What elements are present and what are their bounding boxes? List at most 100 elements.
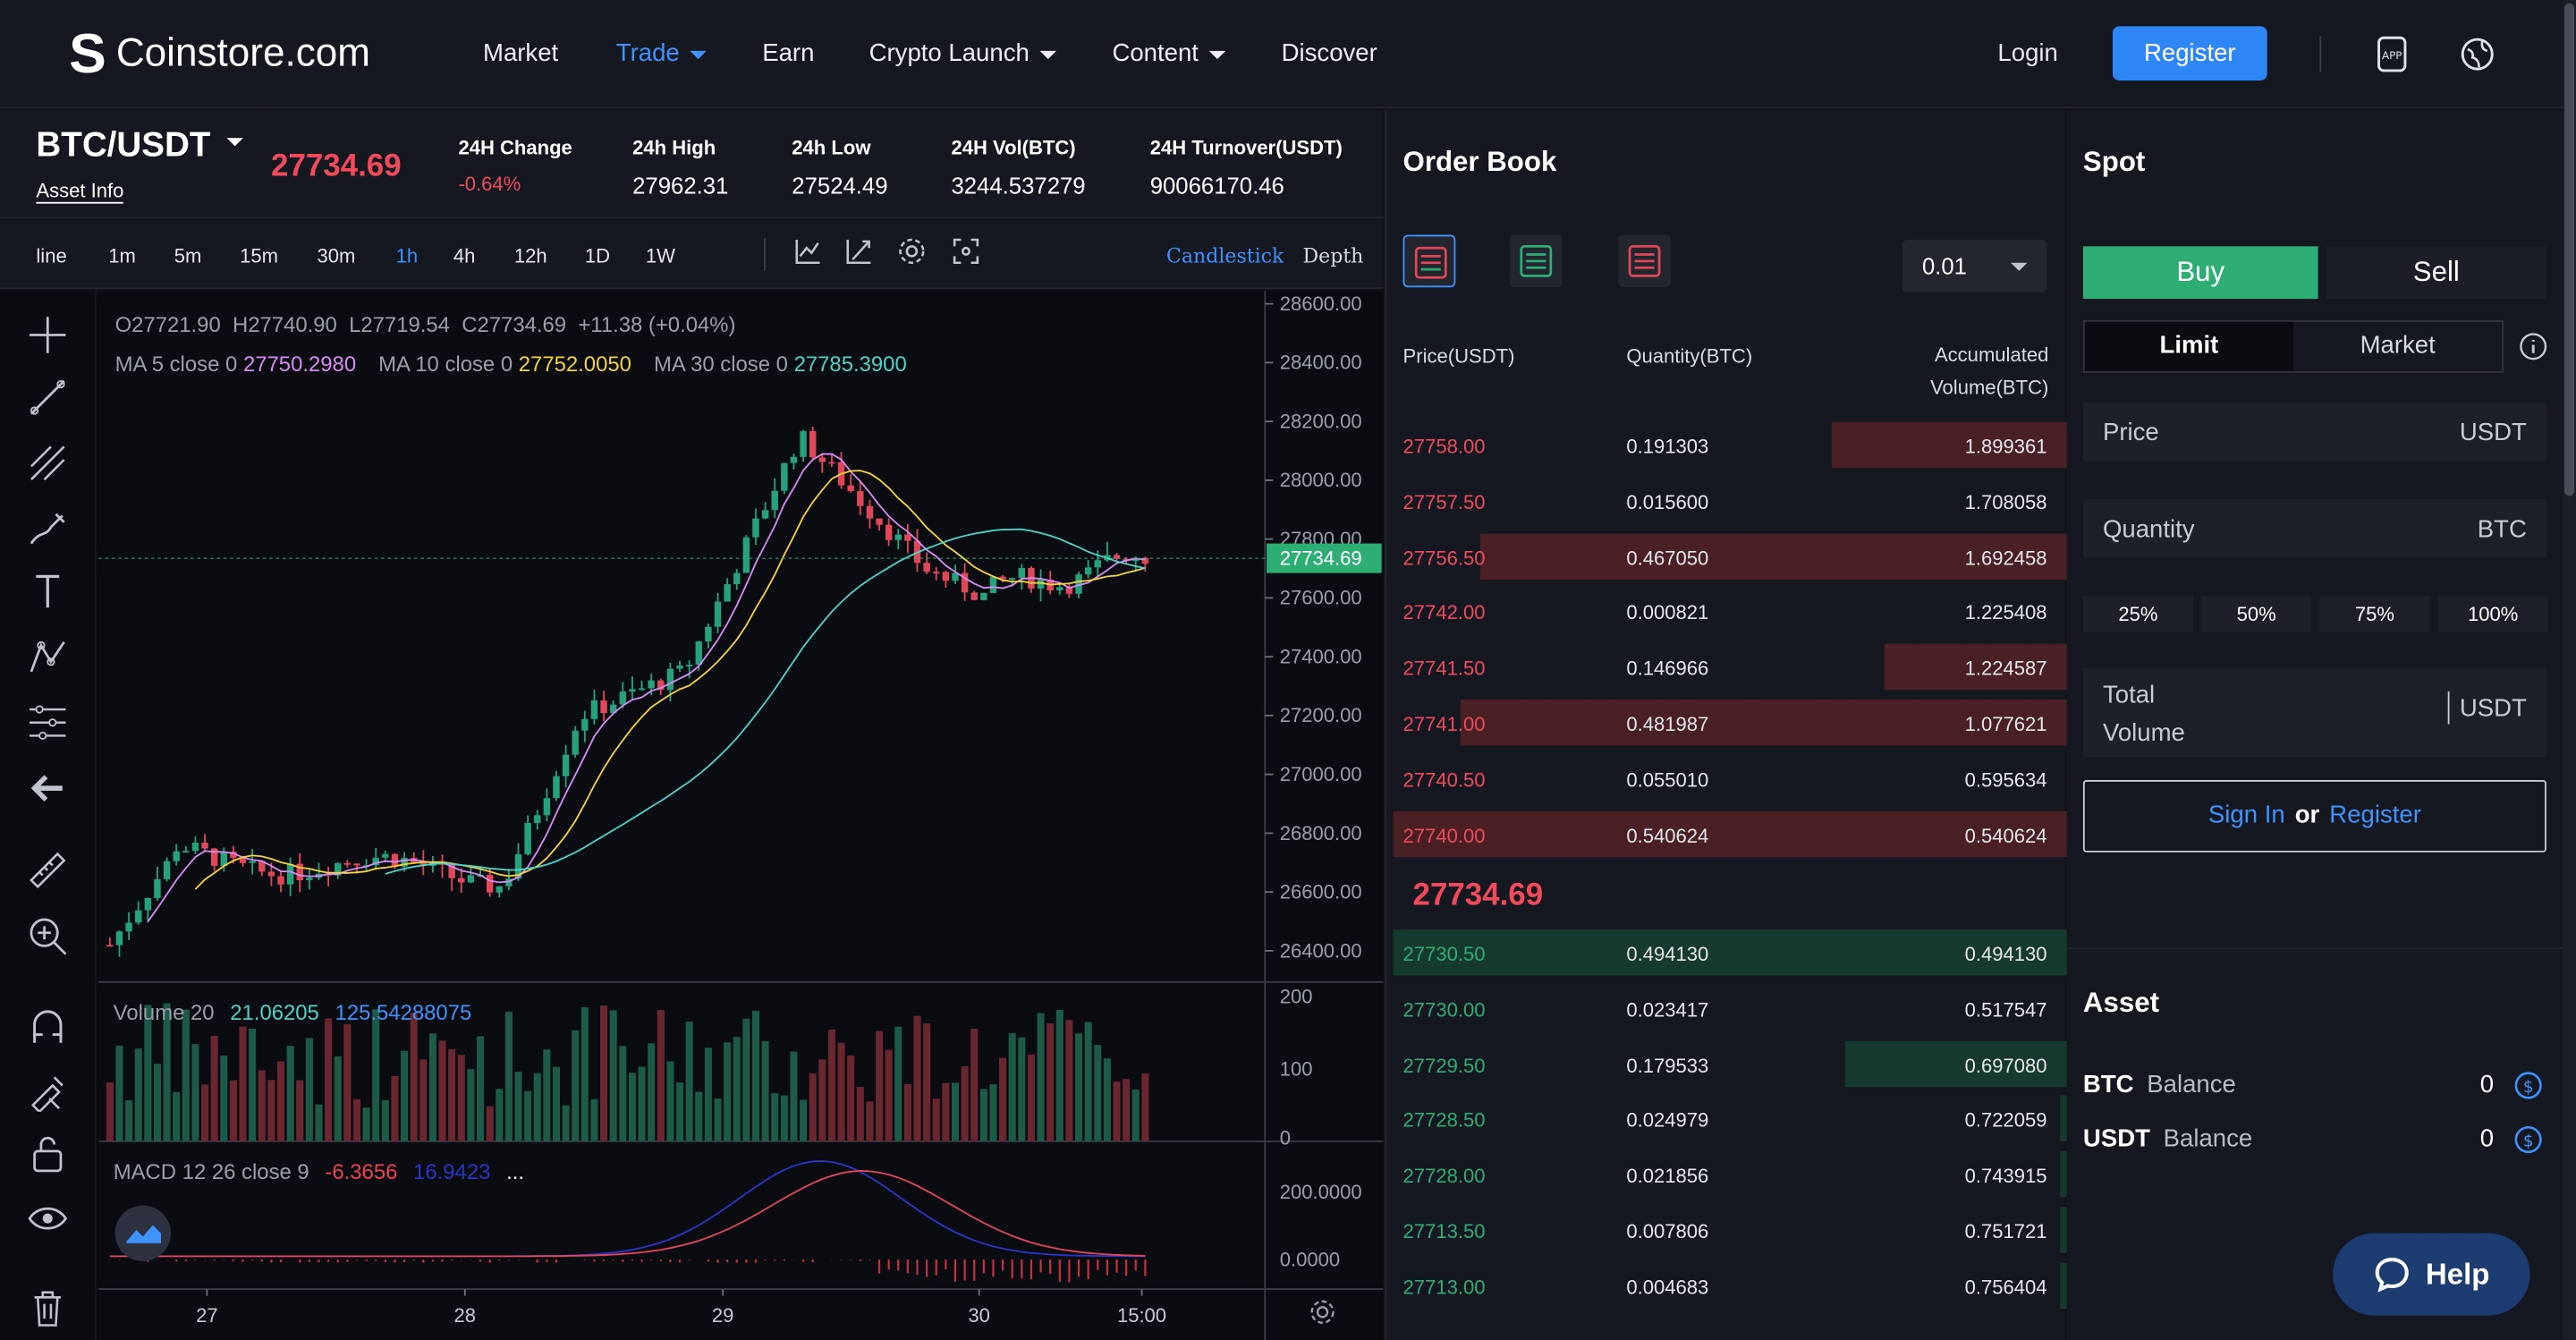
deposit-icon[interactable]: $ <box>2513 1125 2543 1155</box>
asset-info-link[interactable]: Asset Info <box>36 179 124 204</box>
tab-candlestick[interactable]: Candlestick <box>1166 245 1284 268</box>
logo[interactable]: S Coinstore.com <box>69 25 370 84</box>
sell-tab[interactable]: Sell <box>2326 246 2546 300</box>
nav-item-discover[interactable]: Discover <box>1282 39 1377 67</box>
bid-row[interactable]: 27730.50 0.494130 0.494130 <box>1393 928 2067 977</box>
sign-in-link[interactable]: Sign In <box>2208 801 2285 829</box>
crosshair-icon[interactable] <box>26 314 69 357</box>
pair-selector[interactable]: BTC/USDT <box>36 126 244 165</box>
pattern-icon[interactable] <box>26 635 69 678</box>
interval-1m[interactable]: 1m <box>108 245 136 268</box>
percent-100-button[interactable]: 100% <box>2437 596 2548 632</box>
unlock-icon[interactable] <box>26 1132 69 1175</box>
trash-icon[interactable] <box>26 1285 69 1328</box>
tab-depth[interactable]: Depth <box>1303 245 1364 268</box>
volume-bar <box>286 1046 294 1141</box>
ask-row[interactable]: 27756.50 0.467050 1.692458 <box>1394 531 2067 581</box>
spot-title: Spot <box>2082 146 2146 178</box>
ask-row[interactable]: 27741.50 0.146966 1.224587 <box>1394 642 2067 691</box>
back-arrow-icon[interactable] <box>26 767 69 810</box>
bid-row[interactable]: 27728.00 0.021856 0.743915 <box>1394 1149 2067 1199</box>
indicator-icon[interactable] <box>793 236 823 266</box>
volume-bar <box>800 1099 808 1141</box>
nav-item-crypto-launch[interactable]: Crypto Launch <box>869 39 1056 67</box>
interval-4h[interactable]: 4h <box>453 245 476 268</box>
limit-tab[interactable]: Limit <box>2084 321 2294 371</box>
price-chart[interactable]: 28600.00 28400.00 28200.00 28000.00 27800.00… <box>0 290 1384 1340</box>
bid-row[interactable]: 27729.50 0.179533 0.697080 <box>1394 1039 2067 1088</box>
volume-bar <box>648 1043 656 1141</box>
nav-item-content[interactable]: Content <box>1112 39 1225 67</box>
fib-icon[interactable] <box>26 442 69 485</box>
ob-mode-both[interactable] <box>1402 234 1456 288</box>
candle-body <box>989 576 997 593</box>
lock-drawing-icon[interactable] <box>26 1069 69 1114</box>
magnet-icon[interactable] <box>26 1004 69 1047</box>
depth-select[interactable]: 0.01 <box>1902 240 2047 293</box>
macd-histogram-bar <box>375 1259 377 1261</box>
candle-body <box>600 700 607 714</box>
settings-gear-icon[interactable] <box>897 236 927 266</box>
fullscreen-icon[interactable] <box>951 236 980 266</box>
quantity-input[interactable]: Quantity BTC <box>2082 499 2546 559</box>
bid-row[interactable]: 27713.00 0.004683 0.756404 <box>1394 1261 2067 1310</box>
eye-icon[interactable] <box>26 1197 69 1240</box>
bid-row[interactable]: 27728.50 0.024979 0.722059 <box>1394 1094 2067 1143</box>
interval-15m[interactable]: 15m <box>240 245 278 268</box>
macd-histogram-bar <box>412 1259 415 1261</box>
chart-settings-gear-icon[interactable] <box>1308 1297 1337 1327</box>
interval-5m[interactable]: 5m <box>174 245 202 268</box>
register-button[interactable]: Register <box>2112 26 2267 81</box>
row-quantity: 0.024979 <box>1626 1108 1709 1132</box>
total-volume-input[interactable]: Total Volume USDT <box>2082 668 2546 758</box>
volume-bar <box>173 1091 181 1141</box>
ob-mode-bids[interactable] <box>1509 234 1563 288</box>
ob-mode-asks[interactable] <box>1618 234 1671 288</box>
drawing-icon[interactable] <box>844 236 874 266</box>
nav-item-earn[interactable]: Earn <box>762 39 814 67</box>
register-link[interactable]: Register <box>2329 801 2421 829</box>
interval-1d[interactable]: 1D <box>585 245 610 268</box>
chart-toolbar: line 1m 5m 15m 30m 1h 4h 12h 1D 1W Candl… <box>0 219 1384 290</box>
interval-30m[interactable]: 30m <box>317 245 355 268</box>
page-scrollbar[interactable] <box>2563 0 2576 1340</box>
language-globe-icon[interactable] <box>2460 36 2496 72</box>
interval-line[interactable]: line <box>36 245 66 268</box>
projection-icon[interactable] <box>26 701 69 744</box>
text-icon[interactable] <box>26 570 69 613</box>
zoom-in-icon[interactable] <box>26 915 69 958</box>
buy-tab[interactable]: Buy <box>2082 246 2318 300</box>
nav-item-trade[interactable]: Trade <box>616 39 707 67</box>
volume-bar <box>724 1042 732 1141</box>
ask-row[interactable]: 27740.50 0.055010 0.595634 <box>1394 753 2067 802</box>
percent-25-button[interactable]: 25% <box>2082 596 2193 632</box>
ask-row[interactable]: 27740.00 0.540624 0.540624 <box>1393 809 2067 858</box>
ask-row[interactable]: 27741.00 0.481987 1.077621 <box>1394 698 2067 747</box>
price-input[interactable]: Price USDT <box>2082 402 2546 462</box>
interval-1w[interactable]: 1W <box>646 245 675 268</box>
tradingview-badge[interactable] <box>114 1205 172 1261</box>
login-link[interactable]: Login <box>1997 39 2057 67</box>
macd-histogram-bar <box>850 1259 852 1260</box>
brush-icon[interactable] <box>26 507 69 550</box>
interval-1h[interactable]: 1h <box>396 245 419 268</box>
row-accumulated: 0.595634 <box>1964 768 2047 792</box>
market-tab[interactable]: Market <box>2293 322 2502 371</box>
percent-75-button[interactable]: 75% <box>2319 596 2430 632</box>
help-button[interactable]: Help <box>2333 1233 2530 1316</box>
app-download-icon[interactable]: APP <box>2374 36 2410 72</box>
ask-row[interactable]: 27742.00 0.000821 1.225408 <box>1394 587 2067 636</box>
nav-item-market[interactable]: Market <box>483 39 558 67</box>
interval-12h[interactable]: 12h <box>514 245 547 268</box>
bid-row[interactable]: 27730.00 0.023417 0.517547 <box>1394 983 2067 1032</box>
macd-histogram-bar <box>602 1259 606 1261</box>
bid-row[interactable]: 27713.50 0.007806 0.751721 <box>1394 1205 2067 1254</box>
percent-50-button[interactable]: 50% <box>2201 596 2312 632</box>
ask-row[interactable]: 27758.00 0.191303 1.899361 <box>1394 420 2067 470</box>
ask-row[interactable]: 27757.50 0.015600 1.708058 <box>1394 476 2067 525</box>
scrollbar-thumb[interactable] <box>2564 3 2575 496</box>
ruler-icon[interactable] <box>26 849 69 892</box>
info-icon[interactable] <box>2519 332 2548 361</box>
trend-line-icon[interactable] <box>26 376 69 419</box>
deposit-icon[interactable]: $ <box>2513 1071 2543 1100</box>
